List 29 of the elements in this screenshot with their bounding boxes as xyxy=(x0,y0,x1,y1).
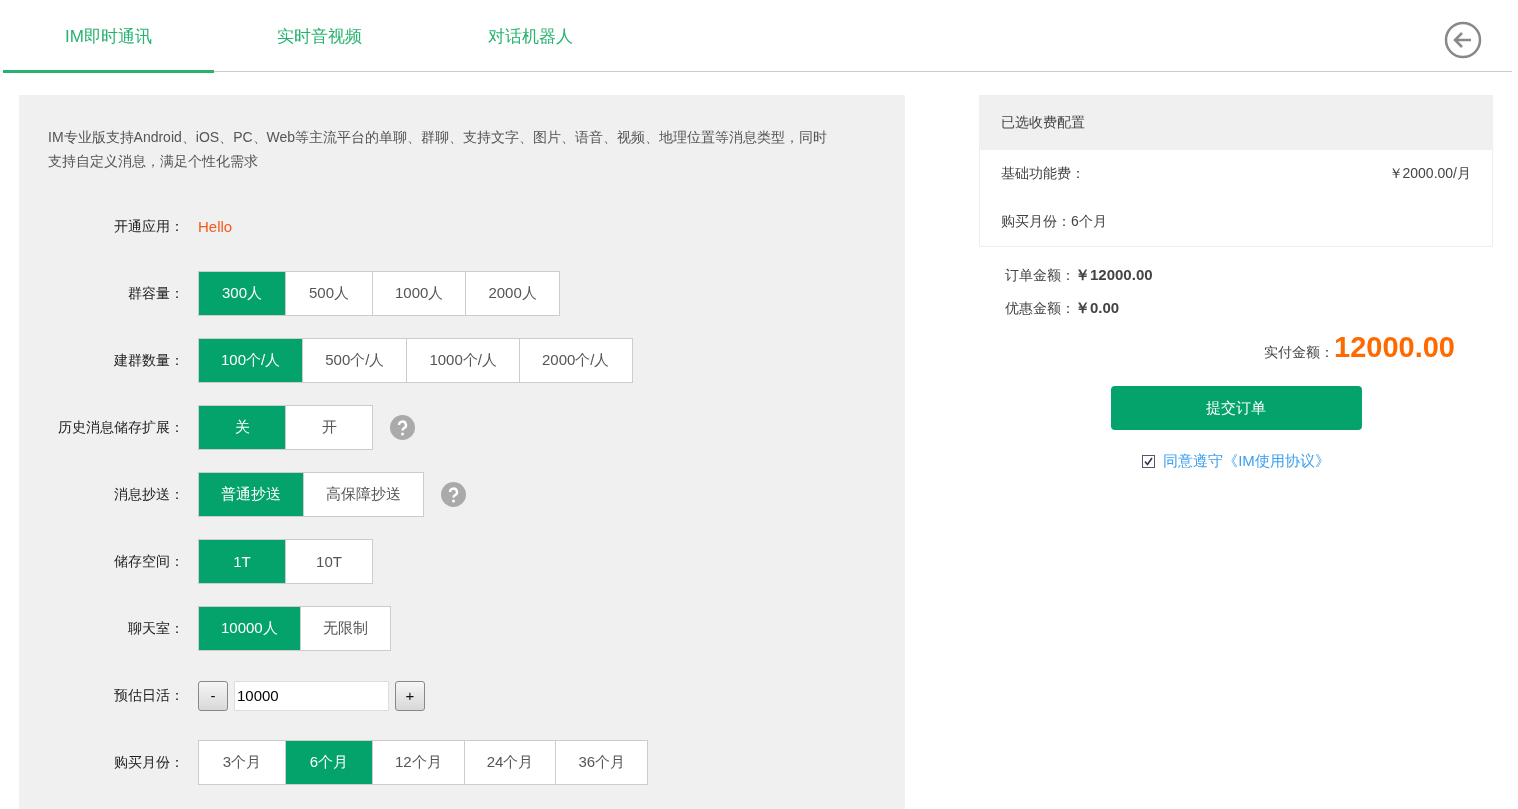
field-label: 储存空间： xyxy=(113,552,184,571)
description-text: IM专业版支持Android、iOS、PC、Web等主流平台的单聊、群聊、支持文字、图片、语音、视频、地理位置等消息类型，同时支持自定义消息，满足个性化需求 xyxy=(48,128,829,171)
pay-label: 实付金额： xyxy=(1264,344,1335,362)
summary-value: 6个月 xyxy=(1071,213,1107,231)
field-label: 消息抄送： xyxy=(113,485,184,504)
minus-button[interactable]: - xyxy=(198,680,228,711)
card-title: 已选收费配置 xyxy=(980,96,1492,150)
total-value: ￥12000.00 xyxy=(1075,266,1153,285)
field-label: 群容量： xyxy=(127,284,184,303)
help-icon[interactable] xyxy=(390,415,415,440)
field-label: 历史消息储存扩展： xyxy=(57,418,184,437)
discount-value: ￥0.00 xyxy=(1075,299,1120,318)
plus-button[interactable]: + xyxy=(395,680,425,711)
help-icon[interactable] xyxy=(441,482,466,507)
summary-label: 购买月份： xyxy=(1001,213,1071,231)
back-icon[interactable] xyxy=(1444,20,1482,59)
pay-amount: 12000.00 xyxy=(1334,331,1455,364)
checkbox[interactable] xyxy=(1142,455,1156,468)
total-label: 订单金额： xyxy=(1005,266,1075,285)
input-field[interactable]: 10000 xyxy=(234,680,389,711)
app-name: Hello xyxy=(198,218,233,235)
summary-label: 基础功能费： xyxy=(1001,165,1085,183)
discount-label: 优惠金额： xyxy=(1005,299,1075,318)
field-label: 购买月份： xyxy=(113,753,184,772)
field-label: 预估日活： xyxy=(113,686,184,705)
field-label: 建群数量： xyxy=(113,351,184,370)
field-label: 开通应用： xyxy=(113,217,184,236)
summary-value: ￥2000.00/月 xyxy=(1388,165,1471,183)
field-label: 聊天室： xyxy=(127,619,184,638)
